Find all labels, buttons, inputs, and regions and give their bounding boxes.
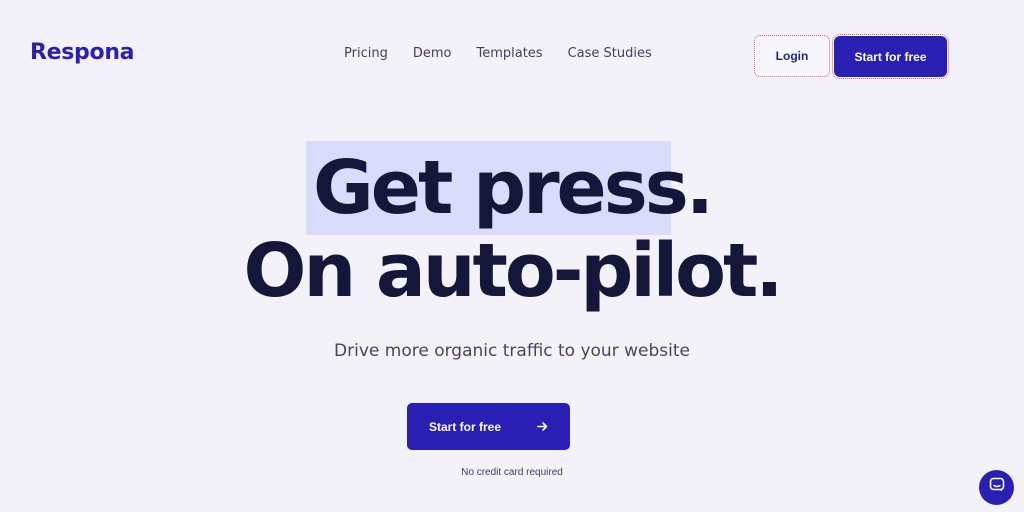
login-button[interactable]: Login xyxy=(754,35,830,77)
hero-headline-line1-text: Get press. xyxy=(313,145,714,231)
chat-bubble-icon xyxy=(989,477,1005,498)
nav-item-templates[interactable]: Templates xyxy=(476,46,542,61)
main-nav: Pricing Demo Templates Case Studies xyxy=(344,46,652,61)
nav-item-demo[interactable]: Demo xyxy=(413,46,452,61)
hero-headline-line1: Get press. xyxy=(0,143,1024,233)
hero-subtitle: Drive more organic traffic to your websi… xyxy=(334,341,690,361)
no-credit-card-note: No credit card required xyxy=(461,467,563,478)
hero-start-for-free-button[interactable]: Start for free xyxy=(407,403,570,450)
nav-item-case-studies[interactable]: Case Studies xyxy=(568,46,652,61)
chat-widget-button[interactable] xyxy=(979,470,1014,505)
respona-logo[interactable]: Respona xyxy=(30,40,135,65)
cta-label: Start for free xyxy=(429,419,502,434)
header-start-for-free-button[interactable]: Start for free xyxy=(832,34,949,79)
nav-item-pricing[interactable]: Pricing xyxy=(344,46,388,61)
landing-page: Respona Pricing Demo Templates Case Stud… xyxy=(0,0,1024,512)
hero-headline-line2: On auto-pilot. xyxy=(243,228,784,314)
arrow-right-icon xyxy=(537,419,548,435)
